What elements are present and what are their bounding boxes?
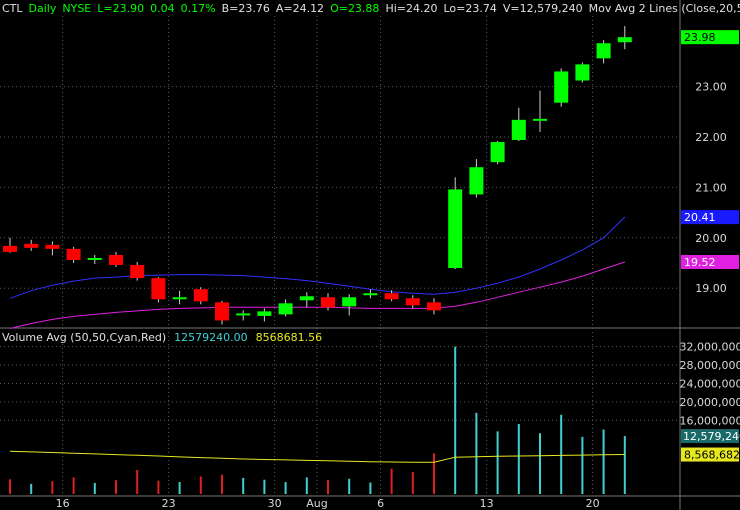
ask-price: A=24.12 bbox=[275, 2, 325, 15]
volume-avg-value: 8568681.56 bbox=[255, 331, 323, 344]
time-tick-label: 23 bbox=[162, 497, 176, 510]
ma20-tag: 20.41 bbox=[684, 211, 716, 224]
candle-body[interactable] bbox=[596, 43, 611, 59]
candle-body[interactable] bbox=[193, 289, 208, 302]
price-header: CTL Daily NYSE L=23.90 0.04 0.17% B=23.7… bbox=[2, 1, 740, 16]
candle-body[interactable] bbox=[533, 118, 547, 121]
candle-body[interactable] bbox=[257, 311, 272, 316]
candle-body[interactable] bbox=[427, 302, 441, 311]
candle-body[interactable] bbox=[469, 167, 484, 195]
candle-body[interactable] bbox=[172, 297, 187, 300]
change-value: 0.04 bbox=[150, 2, 175, 15]
volume-tag: 12,579,240 bbox=[683, 430, 740, 443]
price-tick-label: 20.00 bbox=[695, 232, 727, 245]
time-tick-label: 30 bbox=[268, 497, 282, 510]
candle-body[interactable] bbox=[66, 248, 81, 260]
candle-body[interactable] bbox=[299, 296, 314, 301]
volume-tick-label: 20,000,000 bbox=[680, 396, 740, 409]
candle-body[interactable] bbox=[236, 313, 251, 316]
candle-body[interactable] bbox=[490, 142, 505, 163]
period-label: Daily bbox=[28, 2, 57, 15]
time-tick-label: 16 bbox=[56, 497, 70, 510]
candle-body[interactable] bbox=[278, 303, 293, 315]
volume-current-value: 12579240.00 bbox=[174, 331, 248, 344]
candle-body[interactable] bbox=[151, 278, 166, 300]
candle-body[interactable] bbox=[87, 257, 102, 260]
chart-canvas[interactable]: 23.00 22.00 21.00 20.00 19.00 16 23 30 Aug 6 13 20 2… bbox=[0, 0, 740, 510]
candle-body[interactable] bbox=[363, 293, 378, 296]
open-price: O=23.88 bbox=[330, 2, 380, 15]
candle-body[interactable] bbox=[384, 293, 399, 300]
high-price: Hi=24.20 bbox=[385, 2, 438, 15]
price-tick-label: 22.00 bbox=[695, 131, 727, 144]
candle-body[interactable] bbox=[405, 298, 420, 306]
candle-body[interactable] bbox=[3, 245, 17, 252]
volume-tick-label: 28,000,000 bbox=[680, 359, 740, 372]
time-tick-label: 13 bbox=[480, 497, 494, 510]
change-percent: 0.17% bbox=[180, 2, 216, 15]
volume-tick-label: 32,000,000 bbox=[680, 341, 740, 354]
last-price: L=23.90 bbox=[97, 2, 145, 15]
volume-study-label: Volume Avg (50,50,Cyan,Red) bbox=[2, 331, 167, 344]
price-tick-label: 19.00 bbox=[695, 282, 727, 295]
candle-body[interactable] bbox=[448, 189, 463, 269]
candle-body[interactable] bbox=[215, 302, 229, 321]
candle-body[interactable] bbox=[45, 244, 60, 249]
ma-study-label: Mov Avg 2 Lines (Close,20,50,( bbox=[588, 2, 740, 15]
candle-body[interactable] bbox=[109, 254, 123, 266]
candle-body[interactable] bbox=[575, 64, 590, 81]
exchange-label: NYSE bbox=[62, 2, 92, 15]
time-tick-label: 6 bbox=[377, 497, 384, 510]
price-tick-label: 21.00 bbox=[695, 181, 727, 194]
candle-body[interactable] bbox=[554, 71, 569, 103]
ma50-tag: 19.52 bbox=[684, 256, 716, 269]
volume-header: Volume Avg (50,50,Cyan,Red) 12579240.00 … bbox=[2, 330, 322, 345]
last-price-tag: 23.98 bbox=[684, 31, 716, 44]
price-tick-label: 23.00 bbox=[695, 81, 727, 94]
candle-body[interactable] bbox=[321, 297, 335, 308]
bid-price: B=23.76 bbox=[221, 2, 270, 15]
candle-body[interactable] bbox=[342, 297, 357, 307]
volume-avg-tag: 8,568,682 bbox=[684, 449, 740, 462]
candle-body[interactable] bbox=[617, 37, 632, 43]
ma20-line bbox=[9, 216, 626, 299]
symbol-label: CTL bbox=[2, 2, 23, 15]
candle-body[interactable] bbox=[511, 119, 526, 140]
candle-body[interactable] bbox=[130, 265, 145, 279]
volume-value: V=12,579,240 bbox=[502, 2, 583, 15]
time-tick-label: Aug bbox=[306, 497, 327, 510]
low-price: Lo=23.74 bbox=[443, 2, 497, 15]
volume-tick-label: 24,000,000 bbox=[680, 377, 740, 390]
time-tick-label: 20 bbox=[586, 497, 600, 510]
volume-tick-label: 16,000,000 bbox=[680, 414, 740, 427]
candle-body[interactable] bbox=[24, 243, 39, 248]
